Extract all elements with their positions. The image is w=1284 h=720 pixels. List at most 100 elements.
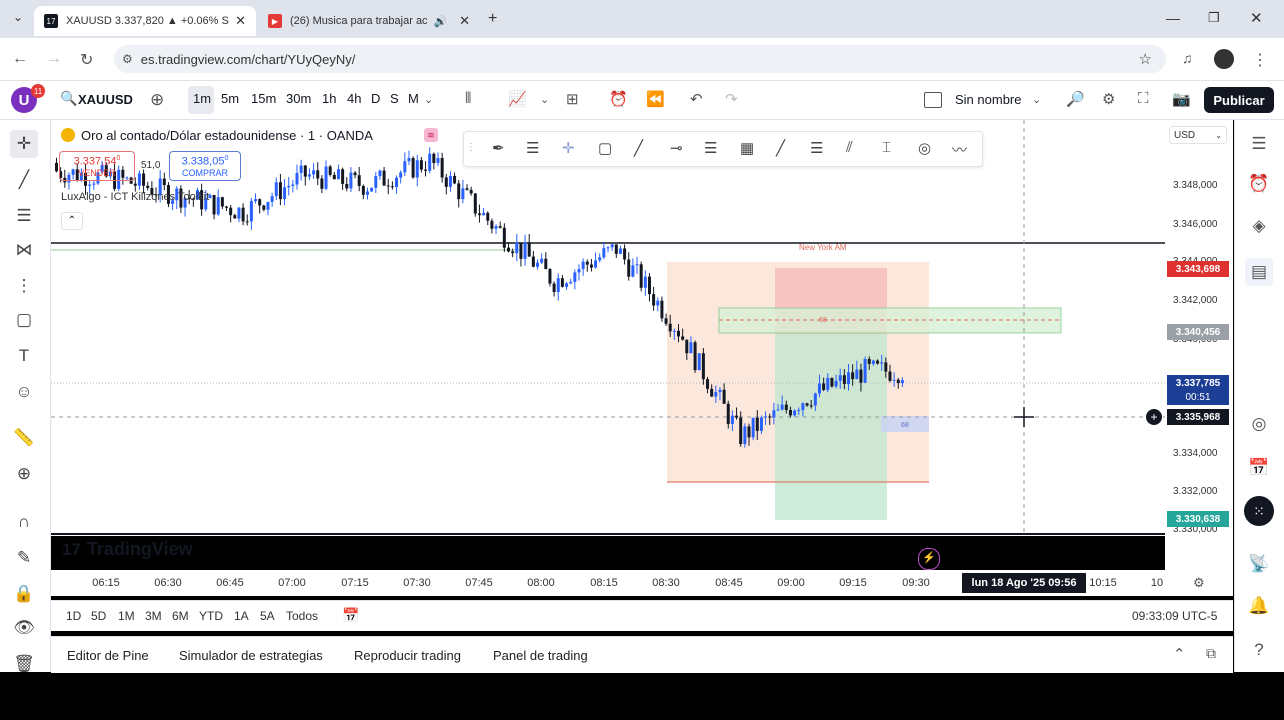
add-alert-icon[interactable]: + bbox=[1146, 409, 1162, 425]
symbol-search[interactable]: XAUUSD bbox=[78, 92, 133, 107]
time-scale[interactable]: 06:15 06:30 06:45 07:00 07:15 07:30 07:45 08:00… bbox=[51, 570, 1233, 596]
templates-icon[interactable]: ⊞ bbox=[566, 90, 579, 108]
crosshair-icon[interactable]: ✛ bbox=[10, 130, 38, 158]
pen-tool-icon[interactable]: ✒ bbox=[492, 139, 505, 157]
prediction-icon[interactable]: ⋮ bbox=[10, 272, 38, 300]
media-control-icon[interactable]: ♫ bbox=[1182, 50, 1193, 66]
chart-canvas[interactable]: New York AM 68 68 bbox=[51, 120, 1165, 536]
tab-replay-trading[interactable]: Reproducir trading bbox=[354, 648, 461, 663]
layers-icon[interactable]: ◈ bbox=[1245, 212, 1273, 240]
pattern-icon[interactable]: ⋈ bbox=[10, 236, 38, 264]
timeframe-4h[interactable]: 4h bbox=[347, 91, 361, 106]
quick-search-icon[interactable]: 🔎 bbox=[1066, 90, 1085, 108]
fib-tool-icon[interactable]: ☰ bbox=[704, 139, 717, 157]
timeframe-5m[interactable]: 5m bbox=[221, 91, 239, 106]
tab-trading-panel[interactable]: Panel de trading bbox=[493, 648, 588, 663]
chart-title[interactable]: Oro al contado/Dólar estadounidense · 1 … bbox=[81, 128, 373, 143]
collapse-panel-icon[interactable]: ⌃ bbox=[1173, 645, 1186, 663]
time-scale-settings-icon[interactable]: ⚙ bbox=[1193, 575, 1205, 591]
undo-icon[interactable]: ↶ bbox=[690, 90, 703, 108]
range-1a[interactable]: 1A bbox=[234, 609, 249, 623]
target-tool-icon[interactable]: ◎ bbox=[918, 139, 931, 157]
publish-button[interactable]: Publicar bbox=[1204, 87, 1274, 113]
clock-timezone[interactable]: 09:33:09 UTC-5 bbox=[1132, 609, 1217, 623]
fullscreen-icon[interactable]: ⛶ bbox=[1138, 90, 1149, 107]
maximize-panel-icon[interactable]: ⧉ bbox=[1206, 645, 1216, 662]
lock-icon[interactable]: 🔒 bbox=[10, 580, 38, 608]
candle-type-icon[interactable]: ⫴ bbox=[465, 90, 471, 107]
drawing-mode-icon[interactable]: ✎ bbox=[10, 544, 38, 572]
help-icon[interactable]: ? bbox=[1245, 636, 1273, 664]
fib-retracement-icon[interactable]: ☰ bbox=[10, 202, 38, 230]
window-close-icon[interactable]: ✕ bbox=[1250, 9, 1263, 27]
goto-date-icon[interactable]: 📅 bbox=[342, 607, 359, 624]
settings-icon[interactable]: ⚙ bbox=[1102, 90, 1115, 108]
site-info-icon[interactable]: ⚙ bbox=[122, 52, 133, 66]
ray-tool-icon[interactable]: ╱ bbox=[776, 139, 785, 157]
visibility-icon[interactable]: 👁 bbox=[10, 614, 38, 642]
drag-handle-icon[interactable]: ⋮ bbox=[466, 142, 476, 153]
timeframe-dropdown-icon[interactable]: ⌄ bbox=[424, 93, 433, 106]
layout-dropdown-icon[interactable]: ⌄ bbox=[1032, 93, 1041, 106]
range-5a[interactable]: 5A bbox=[260, 609, 275, 623]
path-tool-icon[interactable]: 〰 bbox=[952, 139, 967, 160]
timeframe-1m[interactable]: 1m bbox=[193, 91, 211, 106]
brush-tool-icon[interactable]: ╱ bbox=[634, 139, 643, 157]
range-3m[interactable]: 3M bbox=[145, 609, 162, 623]
search-icon[interactable]: 🔍 bbox=[60, 90, 77, 107]
layout-name[interactable]: Sin nombre bbox=[955, 92, 1021, 107]
currency-selector[interactable]: USD ⌄ bbox=[1169, 126, 1227, 144]
alerts-clock-icon[interactable]: ⏰ bbox=[1245, 170, 1273, 198]
ideas-stream-icon[interactable]: 📡 bbox=[1245, 550, 1273, 578]
price-scale[interactable]: USD ⌄ 3.348,000 3.346,000 3.344,000 3.34… bbox=[1165, 120, 1233, 570]
timeframe-15m[interactable]: 15m bbox=[251, 91, 276, 106]
tab-pine-editor[interactable]: Editor de Pine bbox=[67, 648, 149, 663]
indicators-dropdown-icon[interactable]: ⌄ bbox=[540, 93, 549, 106]
hline-tool-icon[interactable]: ⊸ bbox=[670, 139, 683, 157]
alert-icon[interactable]: ⏰ bbox=[609, 90, 628, 108]
close-tab-icon[interactable]: ✕ bbox=[459, 13, 470, 29]
range-1d[interactable]: 1D bbox=[66, 609, 81, 623]
trend-line-icon[interactable]: ╱ bbox=[10, 166, 38, 194]
range-1m[interactable]: 1M bbox=[118, 609, 135, 623]
magnet-icon[interactable]: ∩ bbox=[10, 508, 38, 536]
layout-icon[interactable] bbox=[924, 92, 942, 108]
tab-music[interactable]: ▶ (26) Musica para trabajar ac 🔊 ✕ bbox=[258, 6, 480, 36]
new-tab-icon[interactable]: + bbox=[488, 10, 497, 28]
close-tab-icon[interactable]: ✕ bbox=[235, 13, 246, 29]
tab-strategy-tester[interactable]: Simulador de estrategias bbox=[179, 648, 323, 663]
bookmark-star-icon[interactable]: ☆ bbox=[1139, 50, 1152, 68]
collapse-legend-icon[interactable]: ⌃ bbox=[61, 212, 83, 230]
zoom-in-icon[interactable]: ⊕ bbox=[10, 460, 38, 488]
profile-avatar[interactable] bbox=[1214, 49, 1234, 69]
pitchfork-tool-icon[interactable]: ⫽ bbox=[846, 139, 853, 156]
range-todos[interactable]: Todos bbox=[286, 609, 318, 623]
text-icon[interactable]: T bbox=[10, 342, 38, 370]
apps-grid-icon[interactable]: ⁙ bbox=[1244, 496, 1274, 526]
indicator-legend[interactable]: LuxAlgo - ICT Killzones Toolkit bbox=[61, 191, 209, 203]
market-status-icon[interactable]: ≋ bbox=[424, 128, 438, 142]
timeframe-1h[interactable]: 1h bbox=[322, 91, 336, 106]
crosshair-tool-icon[interactable]: ✛ bbox=[562, 139, 575, 157]
timeframe-s[interactable]: S bbox=[390, 91, 399, 106]
target-icon[interactable]: ◎ bbox=[1245, 410, 1273, 438]
redo-icon[interactable]: ↷ bbox=[725, 90, 738, 108]
range-6m[interactable]: 6M bbox=[172, 609, 189, 623]
compare-symbol-icon[interactable]: ⊕ bbox=[150, 90, 164, 110]
calendar-icon[interactable]: 📅 bbox=[1245, 454, 1273, 482]
indicators-icon[interactable]: 📈 bbox=[508, 90, 527, 108]
range-tool-icon[interactable]: ⌶ bbox=[882, 139, 891, 156]
geometric-shapes-icon[interactable]: ▢ bbox=[10, 306, 38, 334]
tab-xauusd[interactable]: 17 XAUUSD 3.337,820 ▲ +0.06% S ✕ bbox=[34, 6, 256, 36]
watchlist-icon[interactable]: ☰ bbox=[1245, 130, 1273, 158]
snapshot-icon[interactable]: 📷 bbox=[1172, 90, 1191, 108]
timeframe-m[interactable]: M bbox=[408, 91, 419, 106]
timeframe-d[interactable]: D bbox=[371, 91, 380, 106]
lightning-icon[interactable]: ⚡ bbox=[918, 548, 940, 570]
emoji-icon[interactable]: ☺ bbox=[10, 378, 38, 406]
grid-tool-icon[interactable]: ▦ bbox=[740, 139, 754, 157]
chart-pane[interactable]: New York AM 68 68 Oro al contado/Dólar e… bbox=[51, 120, 1165, 536]
range-5d[interactable]: 5D bbox=[91, 609, 106, 623]
data-window-icon[interactable]: ▤ bbox=[1245, 258, 1273, 286]
url-field[interactable]: ⚙ es.tradingview.com/chart/YUyQeyNy/ ☆ bbox=[114, 45, 1166, 73]
